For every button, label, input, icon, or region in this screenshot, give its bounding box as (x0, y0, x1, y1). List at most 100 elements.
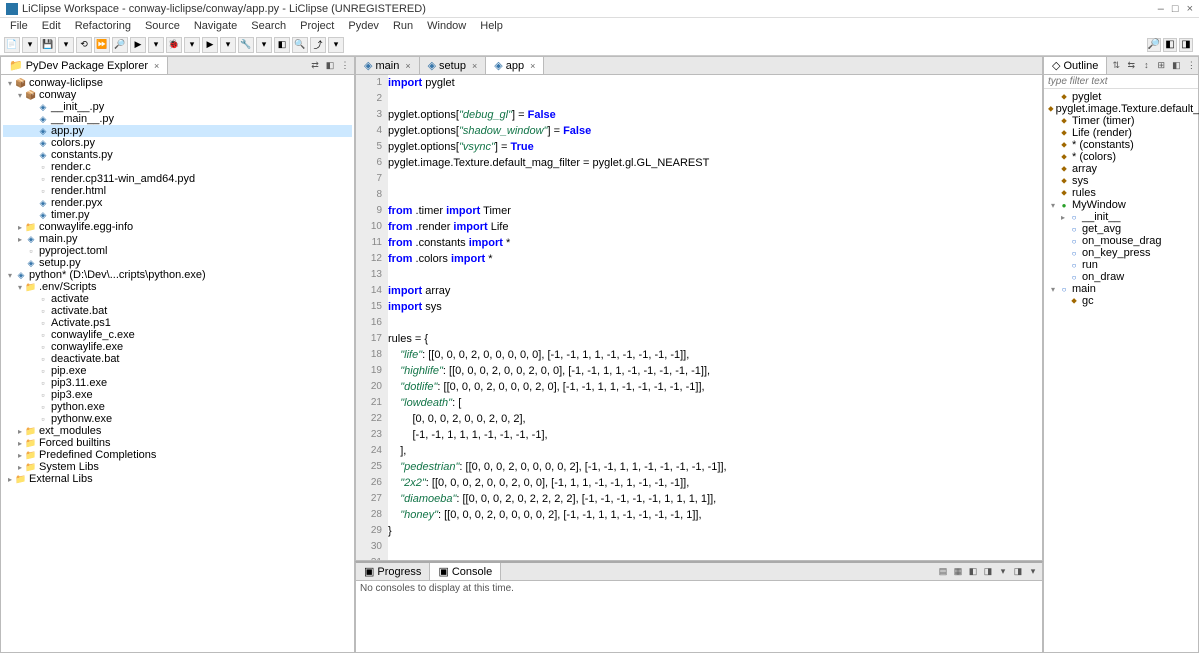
outline-item[interactable]: ⬥rules (1046, 187, 1196, 199)
outline-item[interactable]: ⬥pyglet (1046, 91, 1196, 103)
outline-item[interactable]: ⬥* (constants) (1046, 139, 1196, 151)
tree-item[interactable]: ▸◈main.py (3, 233, 352, 245)
close-icon[interactable]: × (154, 61, 159, 71)
outline-item[interactable]: ⬥gc (1046, 295, 1196, 307)
tree-item[interactable]: ▫activate.bat (3, 305, 352, 317)
toolbar-button-10[interactable]: ▾ (184, 37, 200, 53)
console-tool-1[interactable]: ▦ (951, 564, 965, 578)
outline-item[interactable]: ○on_draw (1046, 271, 1196, 283)
outline-tool-1[interactable]: ⇆ (1124, 58, 1138, 72)
tree-item[interactable]: ▸📁External Libs (3, 473, 352, 485)
outline-tool-5[interactable]: ⋮ (1184, 58, 1198, 72)
outline-tool-0[interactable]: ⇅ (1109, 58, 1123, 72)
tree-item[interactable]: ▫deactivate.bat (3, 353, 352, 365)
tree-item[interactable]: ▫pip3.11.exe (3, 377, 352, 389)
perspective-button-0[interactable]: 🔎 (1147, 38, 1161, 52)
editor-tab-main[interactable]: ◈main× (356, 57, 420, 74)
menu-search[interactable]: Search (245, 20, 292, 32)
outline-tool-4[interactable]: ◧ (1169, 58, 1183, 72)
perspective-button-1[interactable]: ◧ (1163, 38, 1177, 52)
tree-item[interactable]: ▫conwaylife_c.exe (3, 329, 352, 341)
menu-project[interactable]: Project (294, 20, 340, 32)
tree-item[interactable]: ▾📦conway-liclipse (3, 77, 352, 89)
explorer-tool-2[interactable]: ⋮ (338, 58, 352, 72)
toolbar-button-14[interactable]: ▾ (256, 37, 272, 53)
tree-item[interactable]: ▫pythonw.exe (3, 413, 352, 425)
outline-tool-3[interactable]: ⊞ (1154, 58, 1168, 72)
tree-item[interactable]: ◈__init__.py (3, 101, 352, 113)
tree-item[interactable]: ▾📁.env/Scripts (3, 281, 352, 293)
menu-refactoring[interactable]: Refactoring (69, 20, 137, 32)
console-tab-console[interactable]: ▣Console (430, 563, 501, 580)
console-tool-2[interactable]: ◧ (966, 564, 980, 578)
tree-item[interactable]: ◈constants.py (3, 149, 352, 161)
tree-item[interactable]: ◈__main__.py (3, 113, 352, 125)
outline-item[interactable]: ⬥Timer (timer) (1046, 115, 1196, 127)
toolbar-button-7[interactable]: ▶ (130, 37, 146, 53)
toolbar-button-1[interactable]: ▾ (22, 37, 38, 53)
outline-tool-2[interactable]: ↕ (1139, 58, 1153, 72)
toolbar-button-11[interactable]: ▶ (202, 37, 218, 53)
menu-navigate[interactable]: Navigate (188, 20, 243, 32)
toolbar-button-3[interactable]: ▾ (58, 37, 74, 53)
toolbar-button-8[interactable]: ▾ (148, 37, 164, 53)
editor-tab-setup[interactable]: ◈setup× (420, 57, 487, 74)
console-tab-progress[interactable]: ▣Progress (356, 563, 430, 580)
tree-item[interactable]: ◈timer.py (3, 209, 352, 221)
tree-item[interactable]: ▫pip.exe (3, 365, 352, 377)
toolbar-button-13[interactable]: 🔧 (238, 37, 254, 53)
outline-filter-input[interactable] (1048, 76, 1194, 87)
outline-item[interactable]: ○get_avg (1046, 223, 1196, 235)
close-icon[interactable]: × (530, 61, 535, 71)
tree-item[interactable]: ▫pip3.exe (3, 389, 352, 401)
outline-tab[interactable]: ◇ Outline (1044, 57, 1107, 74)
window-minimize[interactable]: – (1158, 3, 1164, 15)
menu-window[interactable]: Window (421, 20, 472, 32)
outline-item[interactable]: ○on_key_press (1046, 247, 1196, 259)
tree-item[interactable]: ▫pyproject.toml (3, 245, 352, 257)
toolbar-button-6[interactable]: 🔎 (112, 37, 128, 53)
tree-item[interactable]: ▫activate (3, 293, 352, 305)
console-tool-4[interactable]: ▾ (996, 564, 1010, 578)
tree-item[interactable]: ▫conwaylife.exe (3, 341, 352, 353)
menu-file[interactable]: File (4, 20, 34, 32)
toolbar-button-15[interactable]: ◧ (274, 37, 290, 53)
toolbar-button-5[interactable]: ⏩ (94, 37, 110, 53)
code-editor[interactable]: 1234567891011121314151617181920212223242… (356, 75, 1042, 560)
outline-item[interactable]: ▾●MyWindow (1046, 199, 1196, 211)
outline-item[interactable]: ⬥array (1046, 163, 1196, 175)
outline-item[interactable]: ▾○main (1046, 283, 1196, 295)
menu-help[interactable]: Help (474, 20, 509, 32)
outline-item[interactable]: ⬥pyglet.image.Texture.default_mag_filter (1046, 103, 1196, 115)
tree-item[interactable]: ▾◈python* (D:\Dev\...cripts\python.exe) (3, 269, 352, 281)
outline-item[interactable]: ○run (1046, 259, 1196, 271)
window-maximize[interactable]: □ (1172, 3, 1179, 15)
toolbar-button-12[interactable]: ▾ (220, 37, 236, 53)
tree-item[interactable]: ▸📁conwaylife.egg-info (3, 221, 352, 233)
editor-tab-app[interactable]: ◈app× (486, 57, 544, 74)
tree-item[interactable]: ▾📦conway (3, 89, 352, 101)
tree-item[interactable]: ▫render.html (3, 185, 352, 197)
tree-item[interactable]: ▫python.exe (3, 401, 352, 413)
toolbar-button-18[interactable]: ▾ (328, 37, 344, 53)
outline-item[interactable]: ○on_mouse_drag (1046, 235, 1196, 247)
tree-item[interactable]: ▸📁Predefined Completions (3, 449, 352, 461)
explorer-tool-1[interactable]: ◧ (323, 58, 337, 72)
menu-source[interactable]: Source (139, 20, 186, 32)
close-icon[interactable]: × (472, 61, 477, 71)
tree-item[interactable]: ▫render.cp311-win_amd64.pyd (3, 173, 352, 185)
close-icon[interactable]: × (405, 61, 410, 71)
toolbar-button-9[interactable]: 🐞 (166, 37, 182, 53)
explorer-tool-0[interactable]: ⇄ (308, 58, 322, 72)
console-tool-5[interactable]: ◨ (1011, 564, 1025, 578)
tree-item[interactable]: ▸📁System Libs (3, 461, 352, 473)
console-tool-6[interactable]: ▾ (1026, 564, 1040, 578)
toolbar-button-4[interactable]: ⟲ (76, 37, 92, 53)
tree-item[interactable]: ◈setup.py (3, 257, 352, 269)
window-close[interactable]: × (1187, 3, 1193, 15)
tree-item[interactable]: ▸📁ext_modules (3, 425, 352, 437)
perspective-button-2[interactable]: ◨ (1179, 38, 1193, 52)
menu-pydev[interactable]: Pydev (342, 20, 385, 32)
tree-item[interactable]: ◈app.py (3, 125, 352, 137)
tree-item[interactable]: ◈colors.py (3, 137, 352, 149)
